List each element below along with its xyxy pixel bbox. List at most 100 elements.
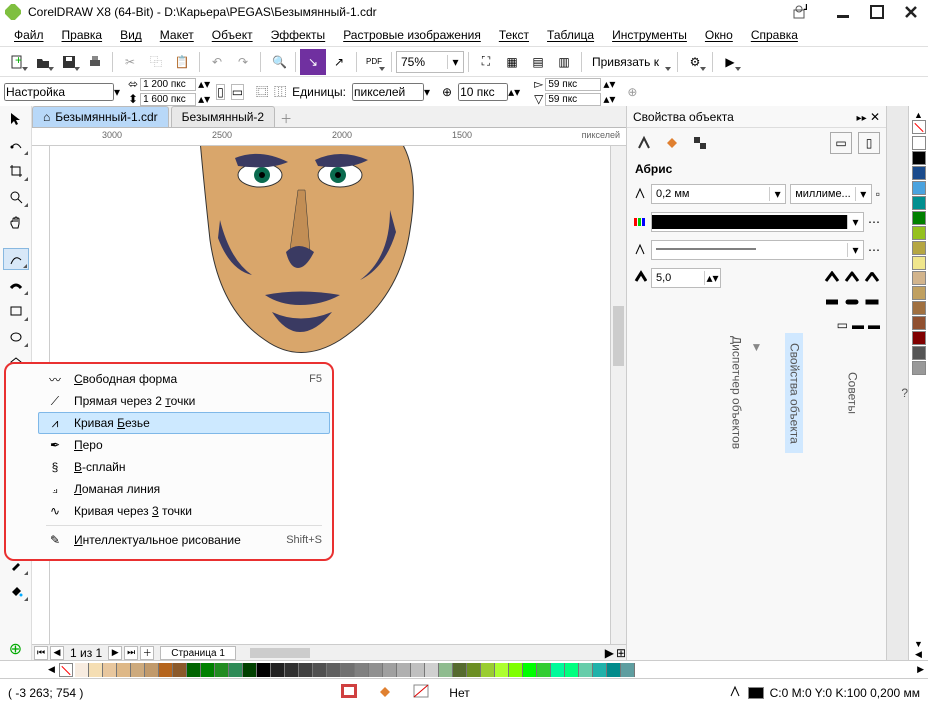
- rectangle-tool[interactable]: [3, 300, 29, 322]
- color-swatch[interactable]: [425, 663, 439, 677]
- all-pages-button[interactable]: ⿴: [256, 83, 268, 100]
- palette-left-button[interactable]: ◀: [44, 664, 59, 675]
- artistic-media-tool[interactable]: [3, 274, 29, 296]
- corner-bevel-button[interactable]: [864, 271, 880, 286]
- menu-help[interactable]: Справка: [743, 26, 806, 44]
- color-swatch[interactable]: [313, 663, 327, 677]
- line-style-combo[interactable]: ▾: [651, 240, 864, 260]
- docker-view2-icon[interactable]: ▯: [858, 132, 880, 154]
- corner-miter-button[interactable]: [824, 271, 840, 286]
- show-rulers-button[interactable]: ▦: [499, 49, 525, 75]
- docker-close-button[interactable]: ✕: [870, 110, 880, 124]
- minimize-button[interactable]: [830, 3, 856, 21]
- color-swatch[interactable]: [537, 663, 551, 677]
- flyout-item[interactable]: 〰Свободная формаF5: [38, 368, 330, 390]
- color-swatch[interactable]: [229, 663, 243, 677]
- dup-x-input[interactable]: [545, 78, 601, 91]
- palette-flyout-button[interactable]: ◀: [915, 649, 922, 660]
- redo-button[interactable]: ↷: [230, 49, 256, 75]
- fill-tab-icon[interactable]: [661, 132, 683, 154]
- more-options-icon[interactable]: ⋯: [868, 215, 880, 229]
- color-swatch[interactable]: [495, 663, 509, 677]
- flyout-item[interactable]: ✎Интеллектуальное рисованиеShift+S: [38, 529, 330, 551]
- color-swatch[interactable]: [912, 181, 926, 195]
- color-swatch[interactable]: [439, 663, 453, 677]
- save-button[interactable]: [56, 49, 82, 75]
- scroll-right-button[interactable]: ▶: [605, 646, 614, 660]
- menu-tools[interactable]: Инструменты: [604, 26, 695, 44]
- cut-button[interactable]: ✂: [117, 49, 143, 75]
- color-swatch[interactable]: [341, 663, 355, 677]
- color-swatch[interactable]: [453, 663, 467, 677]
- shape-tool[interactable]: [3, 134, 29, 156]
- color-swatch[interactable]: [912, 211, 926, 225]
- palette-right-button[interactable]: ▶: [913, 664, 928, 675]
- color-swatch[interactable]: [565, 663, 579, 677]
- color-swatch[interactable]: [117, 663, 131, 677]
- open-button[interactable]: [30, 49, 56, 75]
- color-swatch[interactable]: [89, 663, 103, 677]
- cap-flat-button[interactable]: [824, 296, 840, 310]
- color-swatch[interactable]: [243, 663, 257, 677]
- outline-color-combo[interactable]: ▾: [651, 212, 864, 232]
- color-swatch[interactable]: [159, 663, 173, 677]
- export-button[interactable]: ↗: [326, 49, 352, 75]
- style-options-icon[interactable]: ⋯: [868, 243, 880, 257]
- last-page-button[interactable]: ⏭: [124, 646, 138, 660]
- freehand-tool[interactable]: [3, 248, 29, 270]
- menu-edit[interactable]: Правка: [54, 26, 111, 44]
- color-swatch[interactable]: [509, 663, 523, 677]
- ruler-horizontal[interactable]: 3000 2500 2000 1500 пикселей: [32, 128, 626, 146]
- view-navigator-button[interactable]: ⊞: [616, 646, 626, 660]
- color-swatch[interactable]: [912, 346, 926, 360]
- color-swatch[interactable]: [355, 663, 369, 677]
- crop-tool[interactable]: [3, 160, 29, 182]
- side-tab-hints[interactable]: Советы: [843, 362, 861, 424]
- color-swatch[interactable]: [299, 663, 313, 677]
- color-swatch[interactable]: [75, 663, 89, 677]
- color-swatch[interactable]: [912, 226, 926, 240]
- menu-text[interactable]: Текст: [491, 26, 537, 44]
- color-swatch[interactable]: [579, 663, 593, 677]
- color-swatch[interactable]: [271, 663, 285, 677]
- print-button[interactable]: [82, 49, 108, 75]
- menu-table[interactable]: Таблица: [539, 26, 602, 44]
- flyout-item[interactable]: ⩘Кривая Безье: [38, 412, 330, 434]
- page-height-input[interactable]: [140, 93, 196, 106]
- expand-docker-button[interactable]: ▼: [627, 336, 886, 358]
- prev-page-button[interactable]: ◀: [50, 646, 64, 660]
- color-swatch[interactable]: [912, 136, 926, 150]
- scrollbar-vertical[interactable]: [610, 146, 626, 644]
- page-tab-1[interactable]: Страница 1: [160, 646, 236, 660]
- color-swatch[interactable]: [912, 151, 926, 165]
- nudge-input[interactable]: ▴▾: [458, 83, 520, 101]
- color-swatch[interactable]: [467, 663, 481, 677]
- position-center-button[interactable]: ▬: [852, 318, 864, 332]
- color-swatch[interactable]: [201, 663, 215, 677]
- outline-color-swatch[interactable]: [748, 687, 764, 699]
- color-swatch[interactable]: [285, 663, 299, 677]
- outline-tab-icon[interactable]: [633, 132, 655, 154]
- pan-tool[interactable]: [3, 212, 29, 234]
- miter-limit-input[interactable]: 5,0▴▾: [651, 268, 721, 288]
- menu-view[interactable]: Вид: [112, 26, 150, 44]
- menu-effects[interactable]: Эффекты: [263, 26, 334, 44]
- color-swatch[interactable]: [912, 256, 926, 270]
- palette-down-button[interactable]: ▼: [914, 639, 923, 649]
- menu-file[interactable]: Файл: [6, 26, 52, 44]
- search-button[interactable]: 🔍: [265, 49, 291, 75]
- status-fill-icon[interactable]: [377, 684, 393, 701]
- color-swatch[interactable]: [131, 663, 145, 677]
- color-swatch[interactable]: [593, 663, 607, 677]
- login-icon[interactable]: 1: [786, 3, 812, 21]
- docker-collapse-button[interactable]: ▸▸: [857, 113, 867, 124]
- flyout-item[interactable]: ⟓Ломаная линия: [38, 478, 330, 500]
- quick-customize-button[interactable]: ⊕: [3, 638, 29, 660]
- color-swatch[interactable]: [145, 663, 159, 677]
- doc-tab-2[interactable]: Безымянный-2: [171, 106, 275, 127]
- grid-button[interactable]: ▤: [525, 49, 551, 75]
- color-swatch[interactable]: [383, 663, 397, 677]
- side-tab-properties[interactable]: Свойства объекта: [785, 333, 803, 454]
- color-swatch[interactable]: [912, 361, 926, 375]
- color-swatch[interactable]: [912, 271, 926, 285]
